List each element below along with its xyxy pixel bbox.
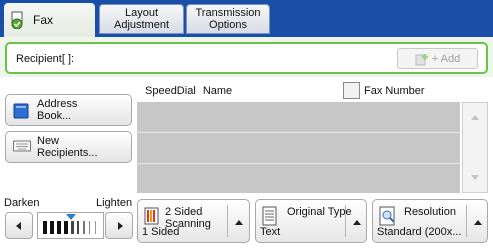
address-book-line1: Address (37, 98, 78, 110)
new-recipients-line2: Recipients... (37, 147, 98, 159)
tab-layout-line1: Layout (124, 7, 159, 19)
fax-number-label: Fax Number (364, 85, 425, 97)
two-sided-value: 1 Sided (142, 226, 180, 238)
tab-transmission-options[interactable]: Transmission Options (186, 4, 270, 34)
original-type-button[interactable]: Original Type Text (255, 199, 367, 243)
address-book-line2: Book... (37, 110, 72, 122)
resolution-button[interactable]: Resolution Standard (200x... (372, 199, 488, 243)
recipient-field[interactable]: Recipient[ ]: + Add (5, 42, 488, 74)
add-recipient-icon (415, 52, 429, 66)
new-recipients-button[interactable]: New Recipients... (5, 131, 132, 163)
add-recipient-label: + Add (431, 52, 461, 65)
address-book-button[interactable]: Address Book... (5, 94, 132, 126)
darken-button[interactable] (5, 212, 33, 239)
new-recipients-line1: New (37, 135, 60, 147)
fax-screen: Fax Layout Adjustment Transmission Optio… (0, 0, 493, 248)
density-scale-graphic (43, 214, 96, 234)
two-sided-scanning-button[interactable]: 2 Sided Scanning 1 Sided (137, 199, 250, 243)
arrow-left-icon (16, 222, 21, 230)
resolution-value: Standard (200x... (377, 226, 462, 238)
two-sided-line1: 2 Sided (165, 206, 203, 218)
list-scrollbar[interactable] (462, 102, 488, 193)
list-row-divider (137, 132, 460, 133)
address-book-icon (13, 103, 31, 119)
tab-fax[interactable]: Fax (4, 3, 95, 37)
resolution-divider (466, 205, 467, 237)
add-recipient-button[interactable]: + Add (397, 48, 478, 69)
scroll-down-icon[interactable] (471, 175, 479, 180)
lighten-button[interactable] (105, 212, 133, 239)
scroll-up-icon[interactable] (471, 115, 479, 120)
tab-layout-line2: Adjustment (113, 19, 170, 31)
chevron-up-icon (353, 220, 361, 225)
recipient-list (137, 102, 460, 193)
arrow-right-icon (118, 222, 123, 230)
original-type-label: Original Type (287, 206, 352, 218)
fax-icon (10, 11, 28, 30)
tab-bar: Fax Layout Adjustment Transmission Optio… (0, 0, 493, 37)
chevron-up-icon (474, 220, 482, 225)
document-icon (262, 206, 278, 226)
tab-layout-adjustment[interactable]: Layout Adjustment (99, 4, 184, 34)
tab-transmission-line2: Options (209, 19, 247, 31)
lighten-label: Lighten (96, 197, 133, 209)
col-name: Name (202, 85, 233, 97)
density-scale[interactable] (37, 212, 104, 239)
tab-transmission-line1: Transmission (195, 7, 261, 19)
chevron-up-icon (235, 220, 243, 225)
list-header: SpeedDial Name (145, 85, 232, 97)
fax-number-checkbox[interactable] (343, 82, 360, 99)
tab-fax-label: Fax (33, 13, 54, 27)
two-sided-divider (227, 205, 228, 237)
resolution-icon (379, 206, 397, 226)
original-type-value: Text (260, 226, 281, 238)
original-type-divider (345, 205, 346, 237)
keyboard-icon (13, 140, 31, 154)
list-row-divider (137, 163, 460, 164)
resolution-label: Resolution (404, 206, 456, 218)
recipient-label: Recipient[ ]: (16, 53, 75, 65)
two-sided-icon (144, 206, 162, 226)
darken-label: Darken (4, 197, 40, 209)
col-speeddial: SpeedDial (145, 85, 196, 97)
